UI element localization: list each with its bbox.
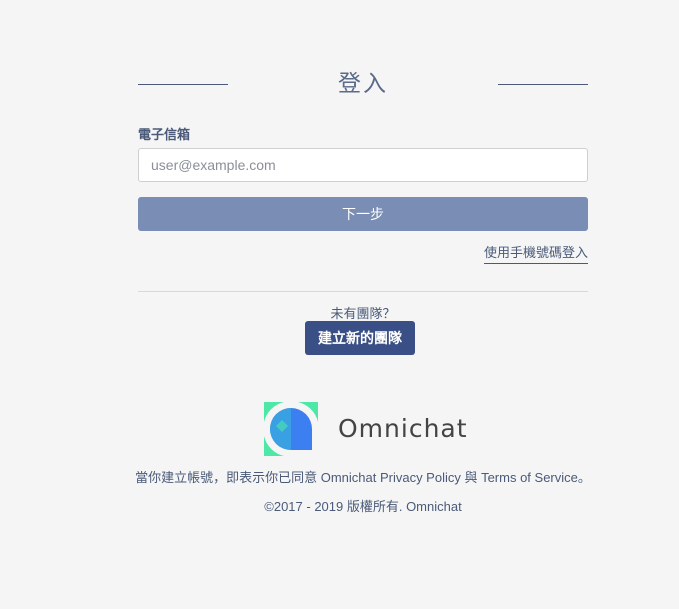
create-team-button[interactable]: 建立新的團隊: [305, 321, 415, 355]
title-row: 登入: [138, 66, 588, 102]
email-label: 電子信箱: [138, 127, 191, 142]
title-divider-right: [498, 84, 588, 85]
phone-login-link[interactable]: 使用手機號碼登入: [483, 242, 588, 264]
omnichat-logo-icon: [264, 402, 318, 456]
copyright-text: ©2017 - 2019 版權所有. Omnichat: [264, 499, 462, 514]
brand-name: Omnichat: [338, 414, 468, 443]
omnichat-logo: Omnichat: [264, 402, 467, 458]
no-team-text: 未有團隊？: [330, 306, 396, 321]
email-field[interactable]: [138, 148, 588, 182]
next-button[interactable]: 下一步: [138, 197, 588, 231]
agreement-text: 當你建立帳號，即表示你已同意 Omnichat Privacy Policy 與…: [135, 470, 591, 485]
section-divider: [138, 291, 588, 292]
page-title: 登入: [338, 70, 388, 96]
